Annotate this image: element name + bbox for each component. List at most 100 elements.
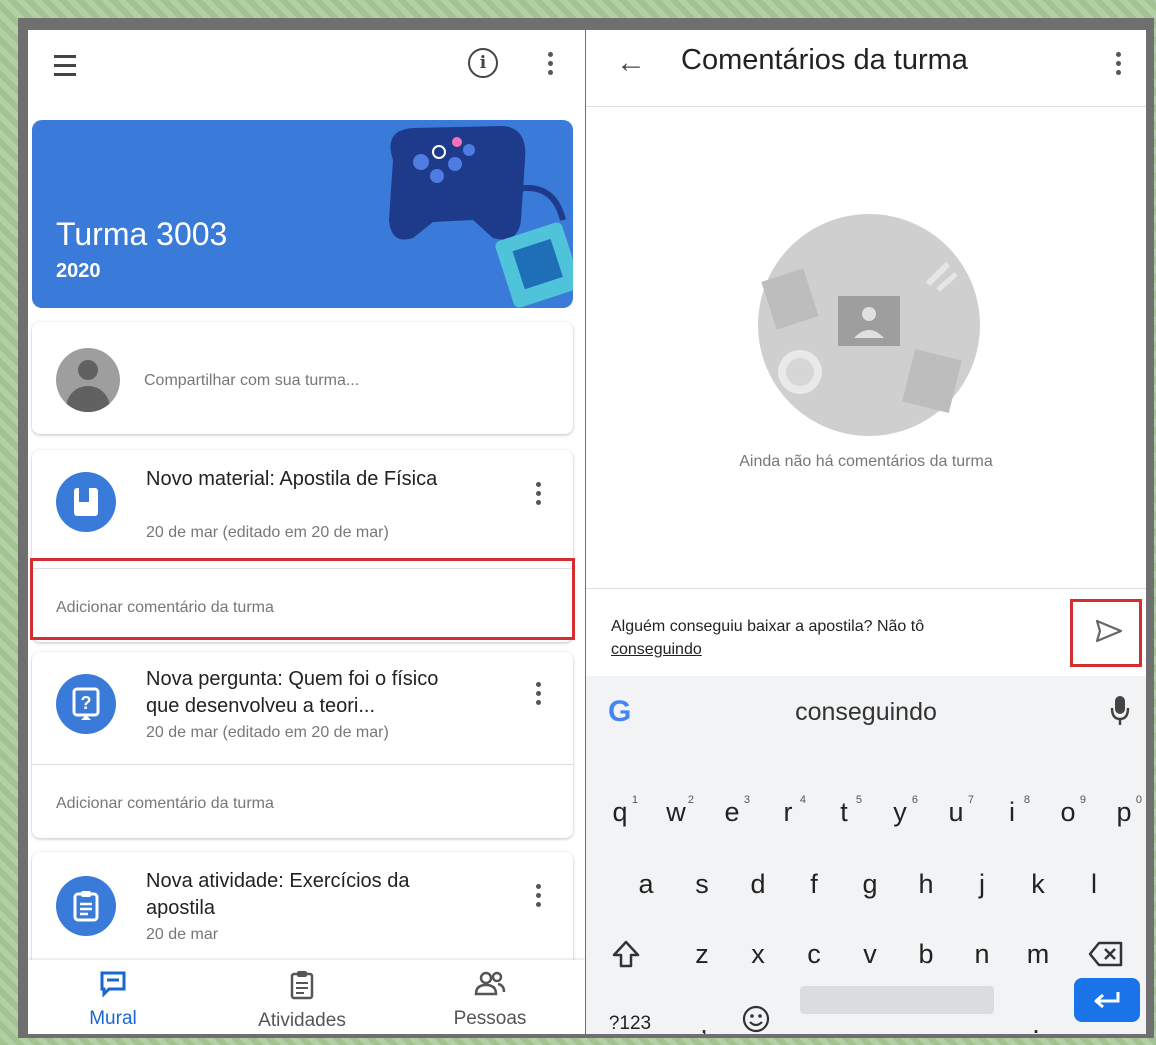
key-label: s	[695, 869, 709, 899]
key-hint: 9	[1079, 794, 1086, 806]
nav-pessoas[interactable]: Pessoas	[420, 970, 560, 1030]
classwork-icon	[290, 971, 314, 1000]
key-hint: 4	[799, 794, 806, 806]
key-label: o	[1060, 797, 1076, 827]
word-suggestion[interactable]: conseguindo	[586, 698, 1146, 727]
backspace-key[interactable]	[1086, 924, 1126, 984]
key-u[interactable]: u7	[936, 782, 976, 842]
enter-key[interactable]	[1074, 978, 1140, 1022]
key-r[interactable]: r4	[768, 782, 808, 842]
key-hint: 2	[687, 794, 694, 806]
period-key[interactable]: .	[1016, 994, 1056, 1034]
class-banner[interactable]: Turma 3003 2020	[32, 120, 573, 308]
key-n[interactable]: n	[962, 924, 1002, 984]
key-hint: 0	[1135, 794, 1142, 806]
nav-atividades[interactable]: Atividades	[232, 970, 372, 1032]
more-options-icon[interactable]	[544, 48, 556, 78]
space-key[interactable]	[800, 986, 994, 1014]
key-label: w	[666, 797, 686, 827]
key-w[interactable]: w2	[656, 782, 696, 842]
keyboard-row-3: zxcv bnm	[586, 924, 1146, 984]
post-more-icon[interactable]	[532, 478, 544, 508]
key-e[interactable]: e3	[712, 782, 752, 842]
avatar	[56, 348, 120, 412]
back-arrow-icon[interactable]: ←	[614, 46, 648, 79]
key-t[interactable]: t5	[824, 782, 864, 842]
key-label: b	[918, 939, 934, 969]
menu-icon[interactable]	[50, 50, 80, 80]
key-m[interactable]: m	[1018, 924, 1058, 984]
key-hint: 5	[855, 794, 862, 806]
key-label: g	[862, 869, 878, 899]
on-screen-keyboard: G conseguindo q1 w2 e3 r4 t5 y6 u7 i8 o9 p0 a s d f g…	[586, 676, 1146, 1034]
key-c[interactable]: c	[794, 924, 834, 984]
people-icon	[474, 971, 506, 996]
key-label: a	[638, 869, 654, 899]
key-k[interactable]: k	[1018, 854, 1058, 914]
emoji-icon	[742, 1005, 770, 1033]
key-y[interactable]: y6	[880, 782, 920, 842]
key-o[interactable]: o9	[1048, 782, 1088, 842]
key-label: p	[1116, 797, 1132, 827]
question-icon: ?	[56, 674, 116, 734]
key-label: e	[724, 797, 740, 827]
symbols-key[interactable]: ?123	[600, 994, 660, 1034]
key-h[interactable]: h	[906, 854, 946, 914]
key-label: v	[863, 939, 877, 969]
comma-key[interactable]: ,	[684, 994, 724, 1034]
more-options-icon[interactable]	[1112, 48, 1124, 78]
key-label: k	[1031, 869, 1045, 899]
svg-text:?: ?	[81, 693, 92, 713]
key-b[interactable]: b	[906, 924, 946, 984]
info-icon[interactable]: i	[468, 48, 498, 78]
key-l[interactable]: l	[1074, 854, 1114, 914]
key-z[interactable]: z	[682, 924, 722, 984]
key-a[interactable]: a	[626, 854, 666, 914]
share-with-class-card[interactable]: Compartilhar com sua turma...	[32, 322, 573, 434]
add-comment-button[interactable]: Adicionar comentário da turma	[32, 764, 573, 838]
key-s[interactable]: s	[682, 854, 722, 914]
post-more-icon[interactable]	[532, 678, 544, 708]
key-d[interactable]: d	[738, 854, 778, 914]
emoji-key[interactable]	[736, 994, 776, 1034]
post-more-icon[interactable]	[532, 880, 544, 910]
keyboard-row-2: a s d f ghjkl	[586, 854, 1146, 914]
bottom-navigation: Mural Atividades Pessoas	[28, 960, 585, 1034]
post-card[interactable]: ? Nova pergunta: Quem foi o físico que d…	[32, 652, 573, 838]
post-title: Nova pergunta: Quem foi o físico que des…	[146, 668, 439, 717]
empty-state-text: Ainda não há comentários da turma	[739, 453, 993, 470]
nav-label: Pessoas	[453, 1008, 527, 1029]
microphone-icon[interactable]	[1110, 694, 1130, 728]
key-label: t	[840, 797, 848, 827]
key-hint: 3	[743, 794, 750, 806]
key-i[interactable]: i8	[992, 782, 1032, 842]
key-label: d	[750, 869, 766, 899]
key-label: z	[695, 939, 709, 969]
comment-text: Alguém conseguiu baixar a apostila? Não …	[611, 618, 925, 635]
share-placeholder: Compartilhar com sua turma...	[144, 372, 360, 389]
key-q[interactable]: q1	[600, 782, 640, 842]
key-x[interactable]: x	[738, 924, 778, 984]
suggestion-bar: G conseguindo	[586, 676, 1146, 748]
key-hint: 8	[1023, 794, 1030, 806]
key-label: i	[1009, 797, 1015, 827]
post-title: Nova atividade: Exercícios da apostila	[146, 870, 410, 919]
empty-comments-illustration	[758, 214, 980, 436]
key-g[interactable]: g	[850, 854, 890, 914]
comment-input[interactable]: Alguém conseguiu baixar a apostila? Não …	[611, 615, 1031, 661]
key-j[interactable]: j	[962, 854, 1002, 914]
class-comments-screen: ← Comentários da turma Ainda não há come…	[586, 30, 1146, 1034]
key-label: f	[810, 869, 818, 899]
key-p[interactable]: p0	[1104, 782, 1144, 842]
class-name: Turma 3003	[56, 216, 228, 252]
key-hint: 1	[631, 794, 638, 806]
add-comment-label: Adicionar comentário da turma	[56, 795, 274, 812]
nav-label: Atividades	[258, 1010, 346, 1031]
nav-mural[interactable]: Mural	[43, 970, 183, 1030]
key-f[interactable]: f	[794, 854, 834, 914]
key-v[interactable]: v	[850, 924, 890, 984]
key-hint: 7	[967, 794, 974, 806]
enter-icon	[1094, 992, 1120, 1009]
post-date: 20 de mar	[146, 926, 219, 943]
shift-key[interactable]	[606, 924, 646, 984]
